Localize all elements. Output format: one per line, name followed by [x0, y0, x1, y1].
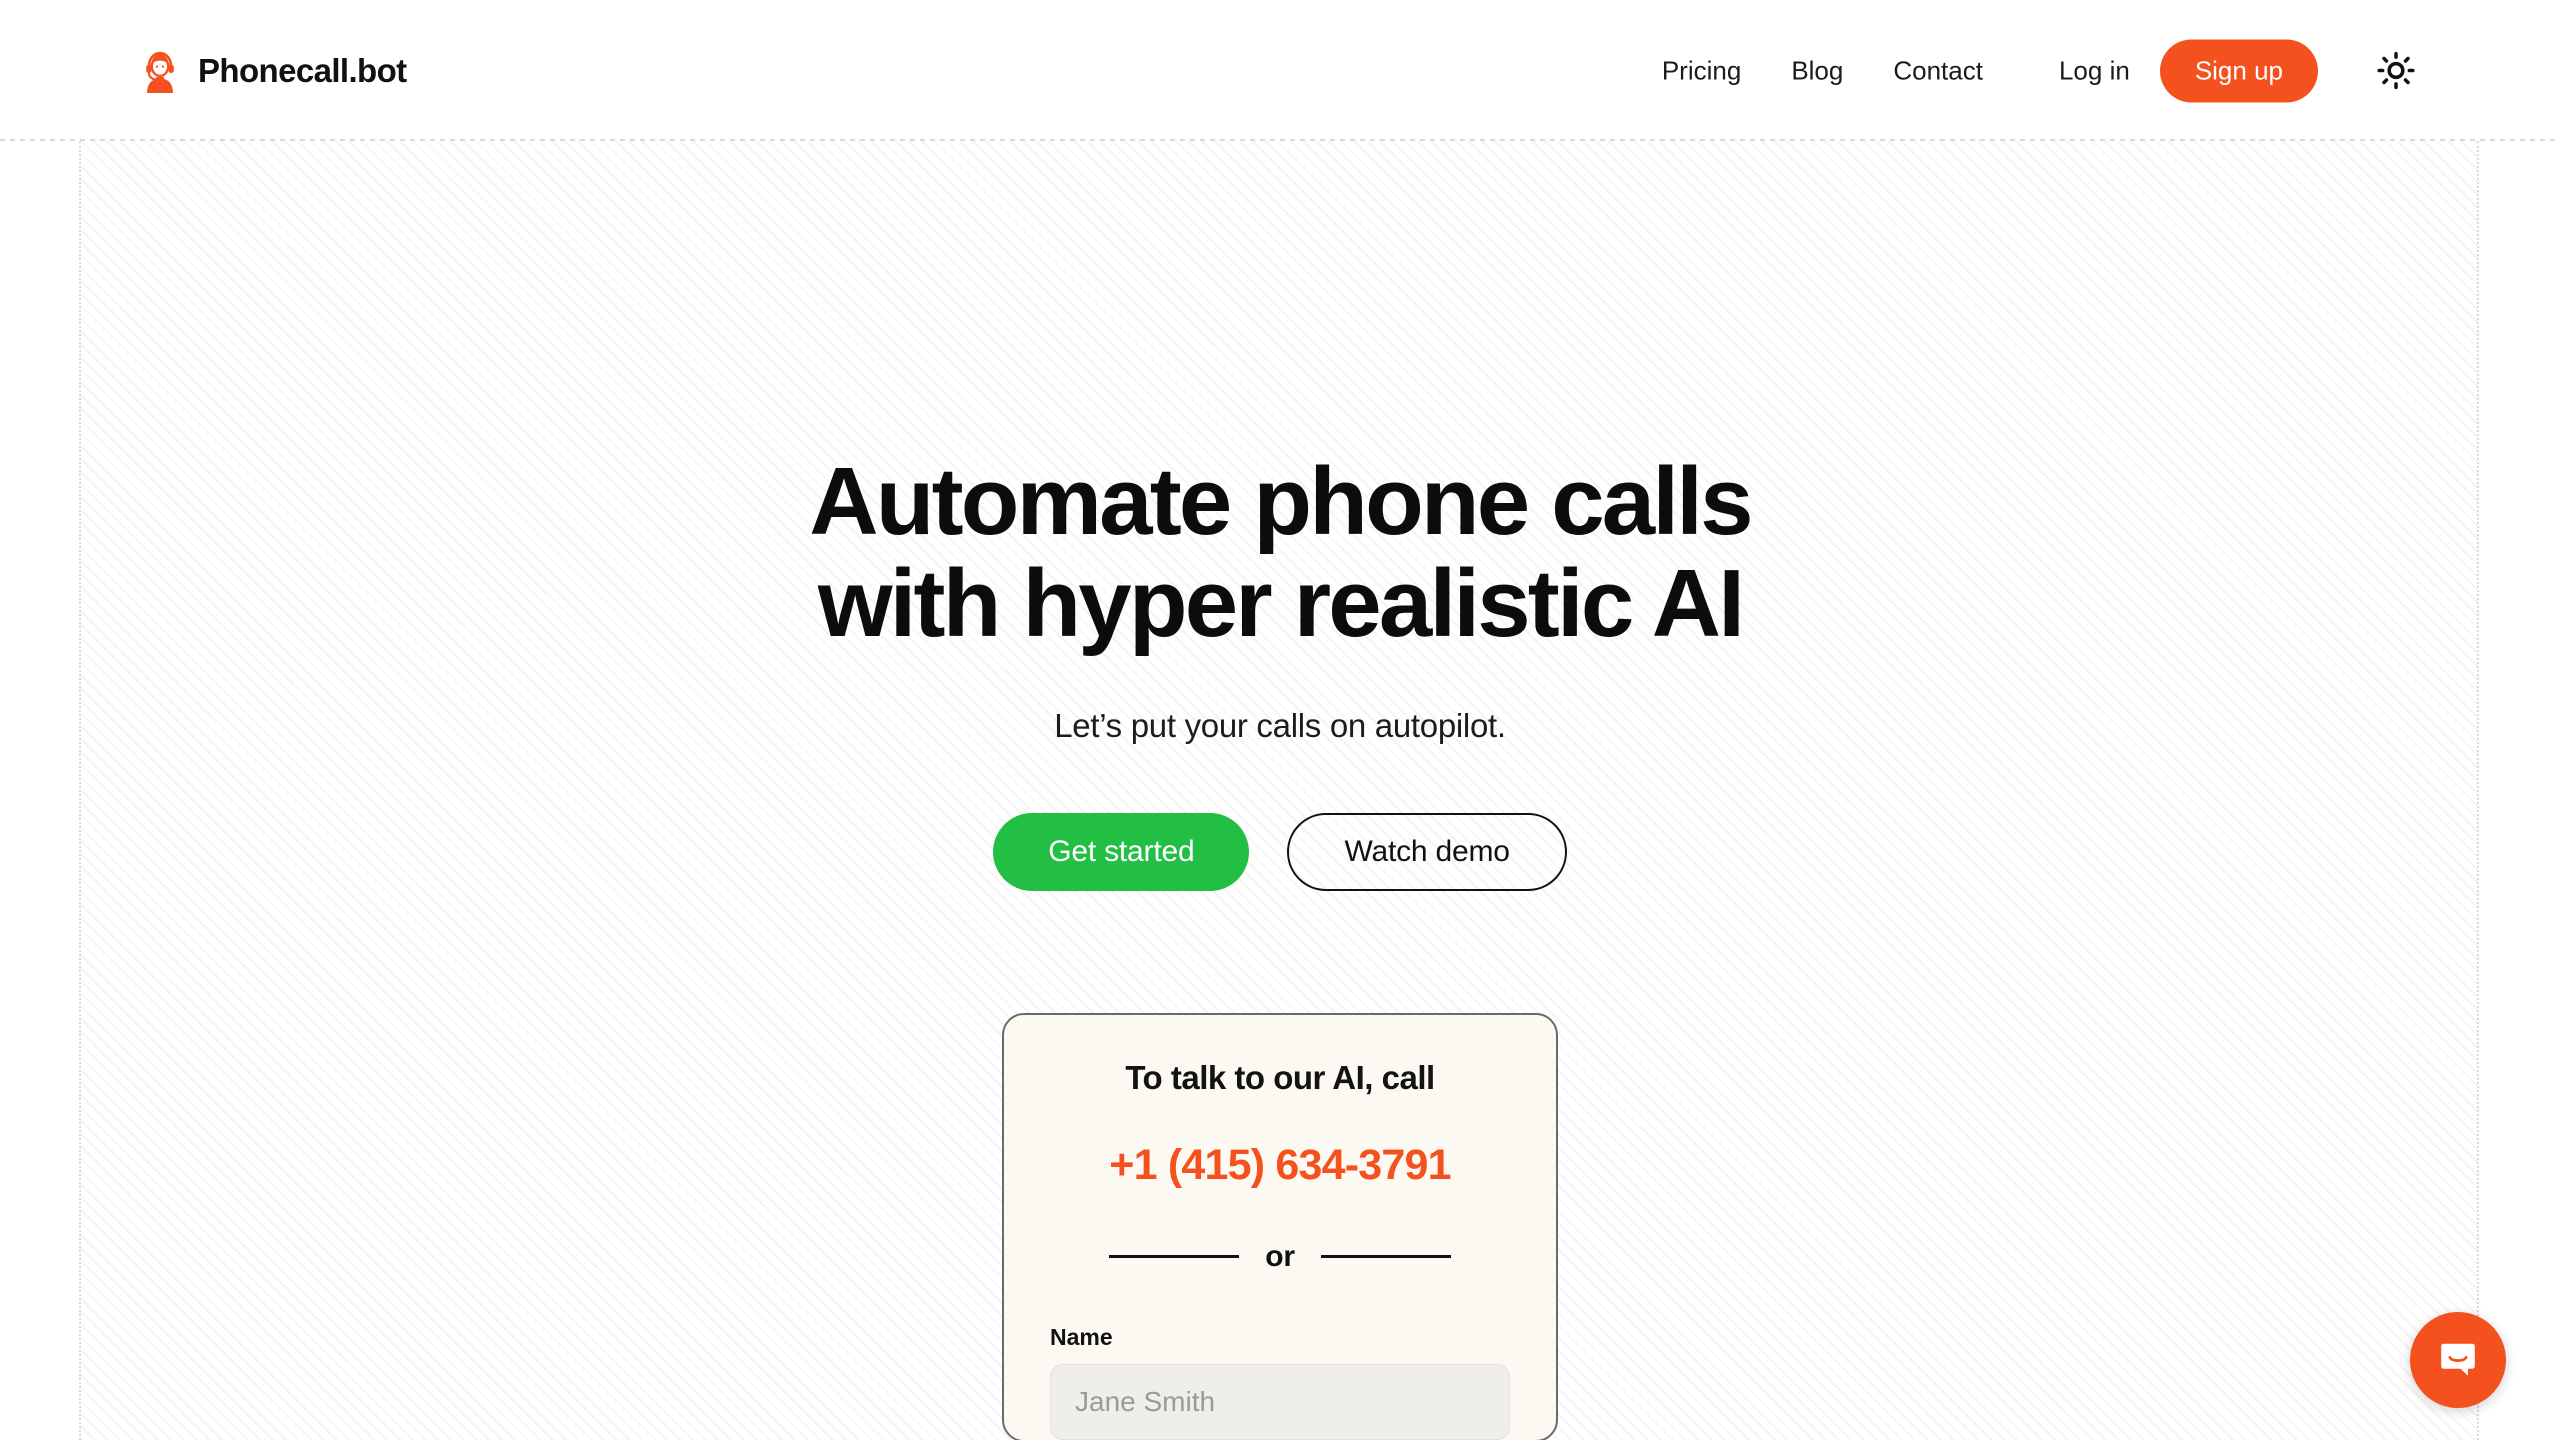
header-inner: Phonecall.bot Pricing Blog Contact Log i…: [0, 0, 2560, 141]
nav-item-contact[interactable]: Contact: [1893, 55, 1983, 86]
sun-icon: [2377, 51, 2415, 90]
signup-button[interactable]: Sign up: [2159, 39, 2318, 102]
page-title: Automate phone calls with hyper realisti…: [809, 448, 1753, 657]
hero-content: Automate phone calls with hyper realisti…: [0, 141, 2560, 1440]
get-started-button[interactable]: Get started: [993, 812, 1250, 891]
call-card-title: To talk to our AI, call: [1125, 1058, 1435, 1096]
nav-item-pricing[interactable]: Pricing: [1662, 55, 1741, 86]
hero-cta-row: Get started Watch demo: [993, 812, 1567, 891]
landing-page: Phonecall.bot Pricing Blog Contact Log i…: [0, 0, 2560, 1440]
nav-links: Pricing Blog Contact: [1662, 55, 1983, 86]
divider-label: or: [1265, 1239, 1295, 1273]
login-link[interactable]: Log in: [2045, 55, 2144, 86]
nav-item-blog[interactable]: Blog: [1791, 55, 1843, 86]
chat-launcher-button[interactable]: [2410, 1312, 2506, 1408]
headline-line-1: Automate phone calls: [809, 448, 1753, 555]
auth-actions: Log in Sign up: [2045, 39, 2318, 102]
divider-line-left: [1109, 1255, 1240, 1258]
name-field-label: Name: [1050, 1323, 1113, 1350]
header-bottom-border: [0, 139, 2560, 141]
brand-logo-link[interactable]: Phonecall.bot: [138, 48, 407, 93]
brand-name: Phonecall.bot: [198, 51, 407, 89]
or-divider: or: [1050, 1240, 1510, 1274]
watch-demo-button[interactable]: Watch demo: [1287, 812, 1567, 891]
hero-subtitle: Let’s put your calls on autopilot.: [1054, 706, 1506, 744]
headset-avatar-icon: [138, 48, 182, 93]
theme-toggle-button[interactable]: [2370, 45, 2422, 97]
headline-line-2: with hyper realistic AI: [817, 549, 1745, 657]
phone-number-link[interactable]: +1 (415) 634-3791: [1109, 1141, 1451, 1190]
call-our-ai-card: To talk to our AI, call +1 (415) 634-379…: [1002, 1012, 1558, 1440]
name-input[interactable]: [1050, 1363, 1510, 1440]
hero-section: Automate phone calls with hyper realisti…: [0, 141, 2560, 1440]
chat-bubble-icon: [2441, 1343, 2475, 1376]
primary-navigation: Pricing Blog Contact Log in Sign up: [1662, 39, 2422, 102]
divider-line-right: [1320, 1255, 1451, 1258]
name-field-group: Name: [1050, 1324, 1510, 1440]
site-header: Phonecall.bot Pricing Blog Contact Log i…: [0, 0, 2560, 141]
